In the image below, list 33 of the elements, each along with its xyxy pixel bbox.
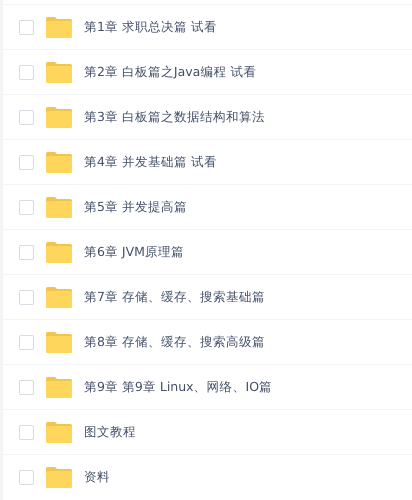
folder-name[interactable]: 第2章 白板篇之Java编程 试看: [84, 64, 256, 80]
folder-name[interactable]: 第9章 第9章 Linux、网络、IO篇: [84, 378, 272, 396]
folder-name[interactable]: 第7章 存储、缓存、搜索基础篇: [84, 288, 265, 306]
folder-icon: [46, 286, 72, 308]
folder-name[interactable]: 第8章 存储、缓存、搜索高级篇: [84, 334, 265, 350]
folder-icon: [46, 16, 72, 38]
folder-name[interactable]: 第6章 JVM原理篇: [84, 244, 184, 260]
folder-icon: [46, 422, 72, 442]
checkbox[interactable]: [19, 380, 34, 394]
checkbox[interactable]: [19, 424, 34, 440]
checkbox[interactable]: [19, 20, 34, 34]
checkbox[interactable]: [19, 334, 34, 350]
folder-name[interactable]: 第3章 白板篇之数据结构和算法: [84, 108, 265, 126]
checkbox[interactable]: [19, 470, 34, 484]
checkbox[interactable]: [19, 244, 34, 260]
checkbox[interactable]: [19, 290, 34, 304]
folder-icon: [46, 242, 72, 262]
folder-name[interactable]: 第5章 并发提高篇: [84, 198, 187, 216]
folder-name[interactable]: 第1章 求职总决篇 试看: [84, 18, 217, 36]
folder-icon: [46, 106, 72, 128]
folder-name[interactable]: 图文教程: [84, 424, 136, 440]
checkbox[interactable]: [19, 64, 34, 80]
checkbox[interactable]: [19, 200, 34, 214]
folder-name[interactable]: 第4章 并发基础篇 试看: [84, 154, 217, 170]
folder-icon: [46, 196, 72, 218]
folder-icon: [46, 466, 72, 488]
folder-icon: [46, 62, 72, 82]
folder-icon: [46, 152, 72, 172]
folder-name[interactable]: 资料: [84, 468, 110, 486]
checkbox[interactable]: [19, 154, 34, 170]
checkbox[interactable]: [19, 110, 34, 124]
folder-icon: [46, 376, 72, 398]
folder-icon: [46, 332, 72, 352]
